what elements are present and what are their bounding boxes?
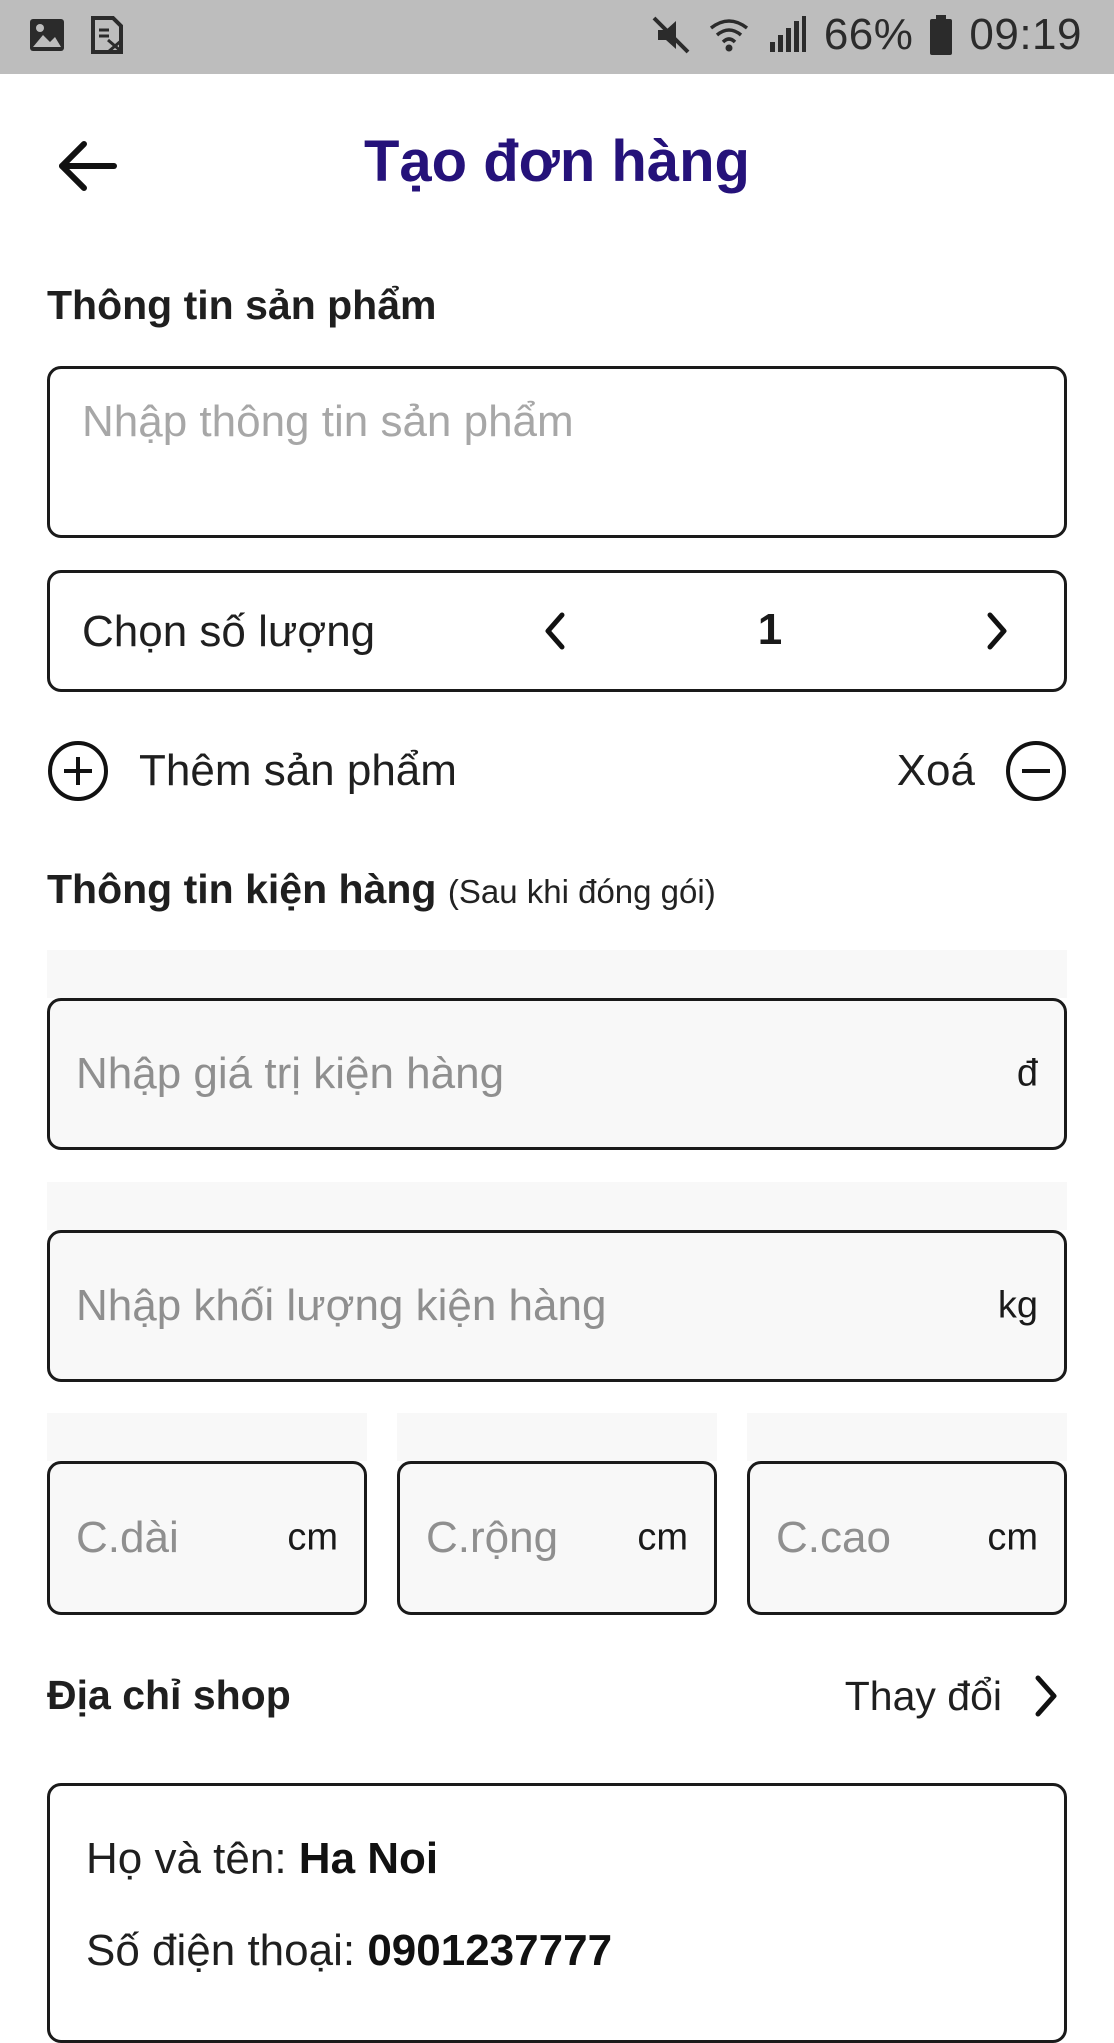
- chevron-right-icon: [1035, 1675, 1057, 1717]
- width-unit: cm: [637, 1516, 688, 1559]
- add-product-button[interactable]: Thêm sản phẩm: [47, 740, 457, 802]
- header: Tạo đơn hàng: [0, 74, 1114, 250]
- shop-phone-line: Số điện thoại: 0901237777: [86, 1926, 612, 1976]
- shop-name-line: Họ và tên: Ha Noi: [86, 1834, 438, 1884]
- sim-off-icon: [91, 16, 123, 54]
- width-field: cm: [397, 1461, 717, 1615]
- package-section-title-text: Thông tin kiện hàng: [47, 866, 437, 912]
- shop-name-value: Ha Noi: [298, 1834, 439, 1883]
- quantity-stepper: Chọn số lượng 1: [47, 570, 1067, 692]
- product-section-title: Thông tin sản phẩm: [47, 282, 437, 328]
- field-background: [47, 1182, 1067, 1230]
- length-field: cm: [47, 1461, 367, 1615]
- clock: 09:19: [969, 10, 1082, 59]
- field-background: [397, 1413, 717, 1461]
- change-address-button[interactable]: Thay đổi: [845, 1672, 1066, 1720]
- add-product-label: Thêm sản phẩm: [139, 746, 457, 795]
- battery-icon: [930, 15, 953, 55]
- height-unit: cm: [987, 1516, 1038, 1559]
- gallery-icon: [30, 19, 64, 51]
- quantity-value: 1: [757, 605, 783, 654]
- product-input-box: [47, 366, 1067, 538]
- package-section-title: Thông tin kiện hàng (Sau khi đóng gói): [47, 866, 716, 913]
- chevron-right-icon: [987, 612, 1007, 650]
- minus-circle-icon: [1006, 741, 1066, 801]
- delete-product-label: Xoá: [896, 746, 975, 795]
- package-section-subtitle: (Sau khi đóng gói): [447, 873, 716, 910]
- status-bar: 66% 09:19: [0, 0, 1114, 74]
- quantity-label: Chọn số lượng: [82, 607, 376, 656]
- shop-address-card: Họ và tên: Ha Noi Số điện thoại: 0901237…: [47, 1783, 1067, 2043]
- battery-percent: 66%: [823, 10, 914, 59]
- package-weight-field: kg: [47, 1230, 1067, 1382]
- product-actions-row: Thêm sản phẩm Xoá: [47, 740, 1067, 806]
- quantity-increase-button[interactable]: [968, 603, 1024, 659]
- shop-name-label: Họ và tên:: [86, 1834, 287, 1883]
- change-address-label: Thay đổi: [844, 1672, 1002, 1719]
- weight-unit: kg: [997, 1284, 1038, 1327]
- field-background: [747, 1413, 1067, 1461]
- chevron-left-icon: [545, 612, 565, 650]
- height-field: cm: [747, 1461, 1067, 1615]
- field-background: [47, 950, 1067, 998]
- quantity-decrease-button[interactable]: [528, 603, 584, 659]
- length-unit: cm: [287, 1516, 338, 1559]
- package-value-field: đ: [47, 998, 1067, 1150]
- plus-circle-icon: [48, 741, 108, 801]
- product-input[interactable]: [50, 369, 1064, 535]
- wifi-icon: [709, 19, 748, 52]
- field-background: [47, 1413, 367, 1461]
- currency-unit: đ: [1016, 1052, 1038, 1095]
- shop-phone-label: Số điện thoại:: [86, 1926, 356, 1975]
- package-weight-input[interactable]: [50, 1233, 1064, 1379]
- page-title: Tạo đơn hàng: [364, 129, 750, 194]
- package-value-input[interactable]: [50, 1001, 1064, 1147]
- delete-product-button[interactable]: Xoá: [897, 740, 1067, 802]
- mute-icon: [652, 16, 690, 54]
- signal-icon: [769, 16, 806, 52]
- shop-address-title: Địa chỉ shop: [47, 1672, 291, 1718]
- shop-phone-value: 0901237777: [367, 1926, 613, 1975]
